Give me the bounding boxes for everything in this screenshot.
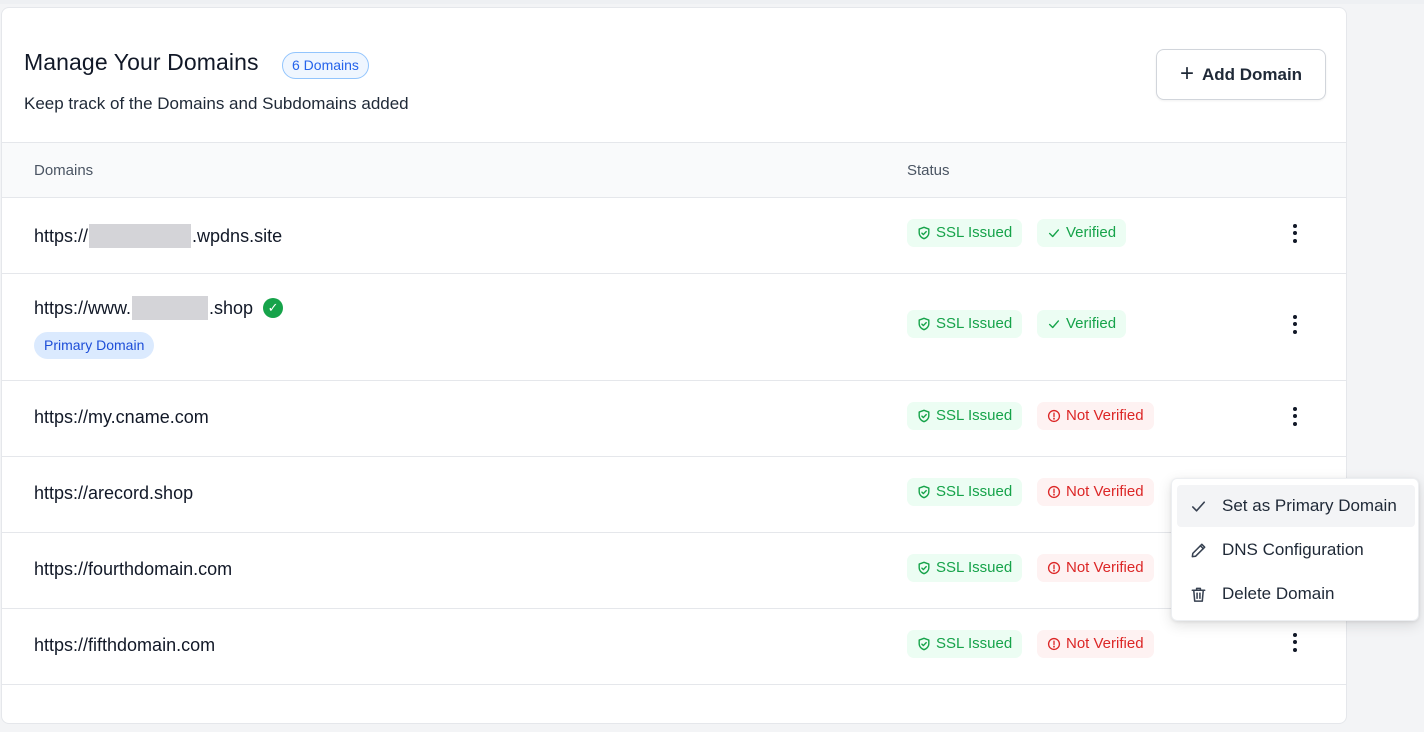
column-header-status: Status <box>907 162 950 179</box>
verification-status-badge: Not Verified <box>1037 402 1154 430</box>
ssl-status-badge: SSL Issued <box>907 219 1023 247</box>
domain-url: https:// .wpdns.site <box>34 224 282 248</box>
domain-url: https://my.cname.com <box>34 407 209 427</box>
table-row: https://my.cname.com SSL Issued Not Veri… <box>2 381 1346 457</box>
check-icon <box>1048 229 1060 238</box>
ssl-status-badge: SSL Issued <box>907 478 1023 506</box>
domain-url: https://fifthdomain.com <box>34 635 216 655</box>
primary-check-icon: ✓ <box>263 298 284 318</box>
verification-status-badge: Not Verified <box>1037 478 1154 506</box>
shield-check-icon <box>918 485 930 499</box>
top-bar <box>0 0 1424 4</box>
menu-item-set-primary[interactable]: Set as Primary Domain <box>1177 485 1415 527</box>
add-domain-button[interactable]: + Add Domain <box>1156 49 1326 100</box>
primary-domain-tag: Primary Domain <box>34 332 155 359</box>
column-header-domains: Domains <box>34 162 94 179</box>
trash-icon <box>1191 587 1206 602</box>
redacted-block <box>89 224 192 248</box>
domain-url: https://www. .shop ✓ <box>34 296 284 320</box>
table-row: https://arecord.shop SSL Issued Not Veri… <box>2 457 1346 533</box>
row-actions-kebab-icon[interactable] <box>1285 311 1305 337</box>
row-actions-kebab-icon[interactable] <box>1285 220 1305 246</box>
table-header: Domains Status <box>2 142 1346 198</box>
shield-check-icon <box>918 561 930 575</box>
ssl-status-badge: SSL Issued <box>907 630 1023 658</box>
check-icon <box>1048 320 1060 329</box>
domain-count-badge: 6 Domains <box>282 52 369 79</box>
shield-check-icon <box>918 317 930 331</box>
alert-circle-icon <box>1047 561 1061 575</box>
verification-status-badge: Not Verified <box>1037 630 1154 658</box>
table-row: https://fifthdomain.com SSL Issued Not V… <box>2 609 1346 685</box>
menu-item-delete-domain[interactable]: Delete Domain <box>1177 573 1415 615</box>
ssl-status-badge: SSL Issued <box>907 402 1023 430</box>
plus-icon: + <box>1179 59 1194 87</box>
shield-check-icon <box>918 409 930 423</box>
alert-circle-icon <box>1047 409 1061 423</box>
check-icon <box>1191 500 1206 512</box>
pencil-icon <box>1191 543 1206 557</box>
row-actions-menu: Set as Primary Domain DNS Configuration … <box>1171 478 1419 621</box>
page-title: Manage Your Domains <box>24 49 259 75</box>
verification-status-badge: Verified <box>1037 310 1127 338</box>
domains-card: Manage Your Domains 6 Domains Keep track… <box>1 7 1347 724</box>
menu-item-dns-configuration[interactable]: DNS Configuration <box>1177 529 1415 571</box>
domain-url: https://fourthdomain.com <box>34 559 233 579</box>
alert-circle-icon <box>1047 485 1061 499</box>
shield-check-icon <box>918 226 930 240</box>
redacted-block <box>132 296 209 320</box>
card-header: Manage Your Domains 6 Domains Keep track… <box>2 8 1346 143</box>
table-row: https://fourthdomain.com SSL Issued Not … <box>2 533 1346 609</box>
table-row: https:// .wpdns.site SSL Issued Verified <box>2 198 1346 274</box>
add-domain-label: Add Domain <box>1201 64 1303 84</box>
row-actions-kebab-icon[interactable] <box>1285 629 1305 655</box>
alert-circle-icon <box>1047 637 1061 651</box>
domain-url: https://arecord.shop <box>34 483 194 503</box>
row-actions-kebab-icon[interactable] <box>1285 403 1305 429</box>
ssl-status-badge: SSL Issued <box>907 554 1023 582</box>
verification-status-badge: Not Verified <box>1037 554 1154 582</box>
page-subtitle: Keep track of the Domains and Subdomains… <box>24 94 409 113</box>
shield-check-icon <box>918 637 930 651</box>
table-row: https://www. .shop ✓ Primary Domain SSL … <box>2 274 1346 381</box>
ssl-status-badge: SSL Issued <box>907 310 1023 338</box>
verification-status-badge: Verified <box>1037 219 1127 247</box>
